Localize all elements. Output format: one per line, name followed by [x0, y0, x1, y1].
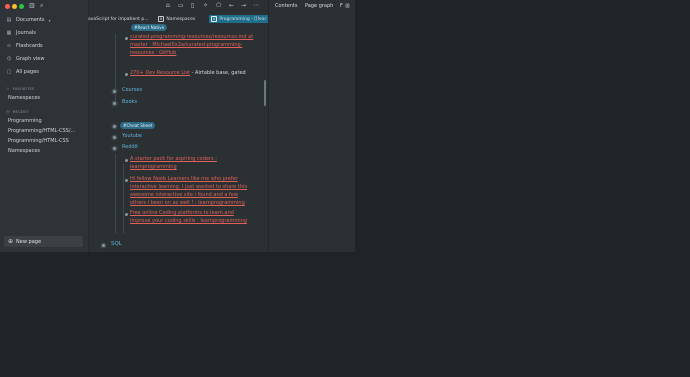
- list-bullet[interactable]: [113, 90, 116, 93]
- chevron-down-icon: ▾: [48, 17, 51, 23]
- plus-icon: ⊕: [8, 238, 14, 245]
- sidebar-item-label: Flashcards: [16, 43, 43, 49]
- indent-guide: [115, 34, 116, 104]
- list-bullet[interactable]: [125, 37, 128, 40]
- flashcards-icon: ∞: [6, 43, 12, 49]
- graph-icon: ⌬: [6, 56, 12, 62]
- toggle-sidebar-icon[interactable]: ▥: [29, 2, 35, 9]
- link-sql[interactable]: SQL: [111, 241, 122, 247]
- minimize-window-button[interactable]: [12, 4, 17, 9]
- scrollbar[interactable]: [264, 80, 266, 106]
- book-icon[interactable]: ▭: [178, 2, 184, 9]
- link-curated-resources[interactable]: curated-programming-resources/resources.…: [130, 33, 258, 57]
- list-bullet[interactable]: [113, 136, 116, 139]
- page-b-icon: B: [158, 16, 165, 22]
- link-reddit-starter-pack[interactable]: A starter pack for aspiring coders : lea…: [130, 155, 260, 171]
- link-books[interactable]: Books: [122, 99, 137, 105]
- clock-icon: ◷: [6, 109, 10, 114]
- list-item: 270+ Dev Resource List - Airtable base, …: [130, 70, 246, 76]
- page-b-icon: B: [211, 16, 218, 22]
- search-icon[interactable]: ⌕: [40, 2, 43, 10]
- tab-f[interactable]: F: [340, 3, 343, 9]
- link-reddit[interactable]: Reddit: [122, 144, 138, 150]
- sidebar-item-label: Graph view: [16, 56, 45, 62]
- list-bullet[interactable]: [125, 213, 128, 216]
- tag-react-native[interactable]: #React Native: [131, 24, 168, 31]
- pages-icon: ▢: [6, 69, 12, 75]
- favorite-item[interactable]: Namespaces: [8, 95, 82, 101]
- list-bullet[interactable]: [125, 73, 128, 76]
- page-content: #React Native curated-programming-resour…: [88, 24, 266, 252]
- tab-namespaces[interactable]: B Namespaces: [156, 15, 210, 23]
- sidebar-item-label: Documents: [16, 17, 45, 23]
- list-bullet[interactable]: [113, 102, 116, 105]
- more-icon[interactable]: ⋯: [253, 2, 259, 9]
- list-bullet[interactable]: [125, 179, 128, 182]
- link-reddit-interactive[interactable]: Hi fellow Noob Learners like me who pref…: [130, 175, 262, 207]
- new-page-button[interactable]: ⊕ New page: [4, 236, 83, 247]
- close-window-button[interactable]: [5, 4, 10, 9]
- recent-item[interactable]: Programming/HTML-CSS: [8, 138, 82, 144]
- app-window: ▥ ⌕ ▤ Documents ▾ ▦ Journals ∞ Flashcard…: [0, 0, 355, 252]
- favorites-section-header[interactable]: ☆ FAVORITES: [6, 86, 35, 91]
- tab-javascript[interactable]: avaScript for impatient p...: [88, 15, 154, 23]
- documents-icon: ▤: [6, 17, 12, 23]
- tab-programming[interactable]: B Programming - [[lear: [209, 15, 268, 23]
- maximize-window-button[interactable]: [19, 4, 24, 9]
- list-bullet[interactable]: [113, 147, 116, 150]
- indent-guide: [115, 154, 116, 234]
- sidebar-item-graph-view[interactable]: ⌬ Graph view: [6, 56, 45, 62]
- puzzle-icon[interactable]: ✧: [203, 2, 208, 9]
- page-icon[interactable]: ▯: [191, 2, 194, 9]
- calendar-icon: ▦: [6, 30, 12, 36]
- tag-icon[interactable]: ⬠: [216, 2, 221, 9]
- tag-cheat-sheet[interactable]: #Cheat Sheet: [120, 122, 156, 129]
- link-youtube[interactable]: Youtube: [122, 133, 142, 139]
- sidebar-item-flashcards[interactable]: ∞ Flashcards: [6, 43, 43, 49]
- tab-contents[interactable]: Contents: [275, 3, 298, 9]
- recent-item[interactable]: Programming/HTML-CSS/...: [8, 128, 82, 134]
- star-icon: ☆: [6, 86, 10, 91]
- tab-bar: avaScript for impatient p... B Namespace…: [88, 14, 268, 24]
- link-reddit-free-platforms[interactable]: Free online Coding platforms to learn an…: [130, 209, 262, 225]
- list-bullet[interactable]: [125, 159, 128, 162]
- indent-guide: [123, 164, 124, 234]
- link-courses[interactable]: Courses: [122, 87, 142, 93]
- right-sidebar: Contents Page graph F ▥: [268, 0, 355, 252]
- sidebar-item-journals[interactable]: ▦ Journals: [6, 30, 36, 36]
- recent-item[interactable]: Namespaces: [8, 148, 82, 154]
- sidebar-item-all-pages[interactable]: ▢ All pages: [6, 69, 39, 75]
- left-sidebar: ▥ ⌕ ▤ Documents ▾ ▦ Journals ∞ Flashcard…: [0, 0, 89, 252]
- sidebar-item-documents[interactable]: ▤ Documents ▾: [6, 17, 51, 23]
- toggle-right-sidebar-icon[interactable]: ▥: [345, 3, 350, 9]
- list-bullet[interactable]: [102, 244, 105, 247]
- tab-page-graph[interactable]: Page graph: [305, 3, 333, 9]
- list-bullet[interactable]: [113, 125, 116, 128]
- sidebar-item-label: Journals: [16, 30, 36, 36]
- forward-arrow-icon[interactable]: →: [241, 2, 246, 9]
- link-dev-resource-list[interactable]: 270+ Dev Resource List: [130, 70, 190, 76]
- home-icon[interactable]: ⌂: [166, 2, 170, 9]
- recent-item[interactable]: Programming: [8, 118, 82, 124]
- back-arrow-icon[interactable]: ←: [229, 2, 234, 9]
- sidebar-item-label: All pages: [16, 69, 39, 75]
- recent-section-header[interactable]: ◷ RECENT: [6, 109, 29, 114]
